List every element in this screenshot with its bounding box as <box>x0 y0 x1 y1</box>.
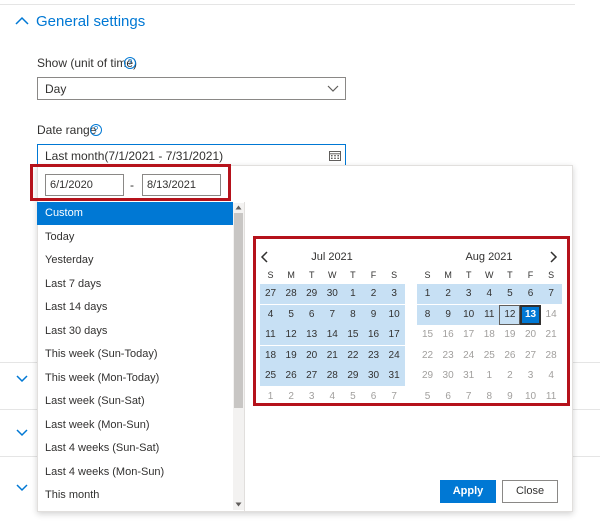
preset-item[interactable]: Yesterday <box>37 249 233 272</box>
chevron-down-icon <box>327 85 339 92</box>
chevron-down-icon[interactable] <box>15 483 29 493</box>
preset-item[interactable]: This week (Sun-Today) <box>37 343 233 366</box>
date-range-value: Last month(7/1/2021 - 7/31/2021) <box>45 149 224 163</box>
preset-item[interactable]: Last 4 weeks (Sun-Sat) <box>37 437 233 460</box>
preset-item[interactable]: Last 4 weeks (Mon-Sun) <box>37 461 233 484</box>
scroll-up-icon[interactable] <box>233 203 244 212</box>
date-range-label: Date range <box>37 123 97 137</box>
preset-list: Custom Today Yesterday Last 7 days Last 14 d… <box>37 202 245 512</box>
preset-item[interactable]: Last 14 days <box>37 296 233 319</box>
unit-of-time-select[interactable]: Day <box>37 77 346 100</box>
preset-item[interactable]: Last 7 days <box>37 273 233 296</box>
preset-item[interactable]: Last week (Sun-Sat) <box>37 390 233 413</box>
close-button[interactable]: Close <box>502 480 558 503</box>
help-icon[interactable]: ? <box>124 57 136 69</box>
highlight-box <box>30 164 231 201</box>
preset-item[interactable]: Custom <box>37 202 233 225</box>
scroll-down-icon[interactable] <box>233 500 244 509</box>
unit-of-time-value: Day <box>45 82 67 96</box>
calendar-icon[interactable] <box>329 150 341 161</box>
chevron-down-icon[interactable] <box>15 428 29 438</box>
preset-item[interactable]: This month <box>37 484 233 507</box>
preset-item[interactable]: Last week (Mon-Sun) <box>37 414 233 437</box>
show-field-label: Show (unit of time) <box>37 56 138 70</box>
help-icon[interactable]: ? <box>90 124 102 136</box>
chevron-down-icon[interactable] <box>15 374 29 384</box>
highlight-box <box>253 236 570 406</box>
section-title[interactable]: General settings <box>36 13 145 31</box>
chevron-up-icon[interactable] <box>14 15 30 27</box>
preset-item[interactable]: This week (Mon-Today) <box>37 367 233 390</box>
apply-button[interactable]: Apply <box>440 480 496 503</box>
preset-item[interactable]: Today <box>37 226 233 249</box>
scrollbar-thumb[interactable] <box>234 213 243 408</box>
section-divider <box>0 4 575 5</box>
preset-item[interactable]: Last 30 days <box>37 320 233 343</box>
